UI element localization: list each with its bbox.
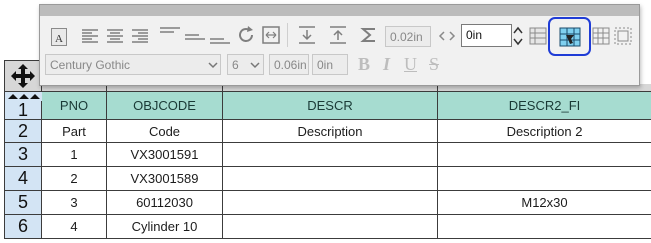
spacing-input-1[interactable]: 0.02in	[385, 26, 431, 47]
cell-a5[interactable]: 3	[42, 191, 107, 215]
height-input[interactable]: 0in	[312, 54, 348, 75]
cell-c4[interactable]	[223, 167, 438, 191]
row-header-6[interactable]: 6	[4, 215, 42, 239]
align-middle-icon[interactable]	[185, 30, 205, 44]
chevron-down-icon	[250, 58, 260, 72]
cell-b1[interactable]: OBJCODE	[107, 92, 223, 120]
cell-a3[interactable]: 1	[42, 143, 107, 167]
move-arrows-icon	[9, 63, 37, 89]
width-input[interactable]: 0.06in	[269, 54, 309, 75]
triangle-up-icon	[7, 93, 41, 100]
cell-d2[interactable]: Description 2	[438, 120, 651, 143]
row-header-3[interactable]: 3	[4, 143, 42, 167]
cell-c6[interactable]	[223, 215, 438, 239]
svg-text:A: A	[55, 33, 63, 45]
cell-d1[interactable]: DESCR2_FI	[438, 92, 651, 120]
toolbar-titlebar[interactable]	[40, 5, 639, 16]
format-painter-button[interactable]	[548, 17, 591, 56]
refresh-icon[interactable]	[236, 25, 256, 45]
cell-c5[interactable]	[223, 191, 438, 215]
table-props-icon[interactable]	[529, 27, 547, 45]
row-header-2[interactable]: 2	[4, 120, 42, 143]
fit-column-icon[interactable]	[262, 26, 280, 44]
cell-b4[interactable]: VX3001589	[107, 167, 223, 191]
cell-a2[interactable]: Part	[42, 120, 107, 143]
cell-a4[interactable]: 2	[42, 167, 107, 191]
chevron-down-icon	[208, 58, 218, 72]
font-name-select[interactable]: Century Gothic	[45, 54, 221, 75]
bold-button[interactable]: B	[358, 54, 370, 75]
merge-cells-icon[interactable]	[592, 27, 610, 45]
split-cells-icon[interactable]	[614, 27, 632, 45]
cell-b6[interactable]: Cylinder 10	[107, 215, 223, 239]
table-format-icon	[559, 27, 581, 47]
align-right-icon[interactable]	[132, 29, 148, 43]
insert-row-below-icon[interactable]	[329, 25, 347, 45]
cell-c1[interactable]: DESCR	[223, 92, 438, 120]
align-center-icon[interactable]	[107, 29, 123, 43]
spin-arrows-icon[interactable]	[513, 25, 523, 47]
align-top-icon[interactable]	[160, 27, 180, 41]
font-style-icon[interactable]: A	[51, 28, 67, 46]
spacing-input-2[interactable]: 0in	[461, 24, 512, 47]
insert-row-above-icon[interactable]	[298, 25, 316, 45]
row-header-4[interactable]: 4	[4, 167, 42, 191]
strikethrough-button[interactable]: S	[429, 54, 439, 75]
row-header-1[interactable]: 1	[4, 101, 42, 120]
format-toolbar: A 0.02in 0in Century Gothic 6 0.06in 0in…	[39, 4, 640, 86]
underline-button[interactable]: U	[404, 54, 417, 75]
cell-d5[interactable]: M12x30	[438, 191, 651, 215]
italic-button[interactable]: I	[383, 54, 390, 75]
cell-a1[interactable]: PNO	[42, 92, 107, 120]
row-header-5[interactable]: 5	[4, 191, 42, 215]
cell-b2[interactable]: Code	[107, 120, 223, 143]
arrows-left-right-icon[interactable]	[438, 30, 456, 42]
font-size-select[interactable]: 6	[227, 54, 264, 75]
cell-b3[interactable]: VX3001591	[107, 143, 223, 167]
cell-d6[interactable]	[438, 215, 651, 239]
sum-icon[interactable]	[360, 26, 378, 44]
align-left-icon[interactable]	[82, 29, 98, 43]
cell-d4[interactable]	[438, 167, 651, 191]
cell-b5[interactable]: 60112030	[107, 191, 223, 215]
cell-c2[interactable]: Description	[223, 120, 438, 143]
move-table-handle[interactable]	[4, 60, 42, 92]
cell-c3[interactable]	[223, 143, 438, 167]
cell-a6[interactable]: 4	[42, 215, 107, 239]
cell-d3[interactable]	[438, 143, 651, 167]
align-bottom-icon[interactable]	[210, 30, 230, 44]
